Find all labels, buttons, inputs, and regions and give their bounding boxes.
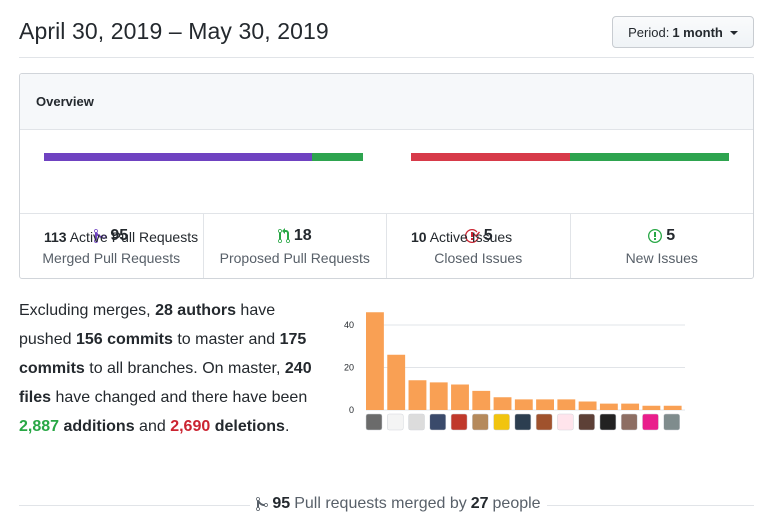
commit-bar[interactable] (514, 399, 533, 410)
commit-bar[interactable] (429, 382, 448, 410)
active-pull-requests-link[interactable]: 113 Active Pull Requests (44, 229, 198, 245)
merged-by-text: Pull requests merged by (294, 495, 467, 512)
stat-merged-pull-requests[interactable]: 95 Merged Pull Requests (20, 214, 204, 278)
master-commits: 156 commits (75, 331, 173, 348)
active-issues-link[interactable]: 10 Active Issues (411, 229, 512, 245)
deletions-count: 2,690 (170, 418, 211, 435)
deletions-word: deletions (210, 418, 285, 435)
git-pull-request-icon (277, 228, 290, 244)
merged-pr-label: Merged Pull Requests (42, 250, 181, 266)
author-avatar[interactable] (599, 413, 617, 431)
header: April 30, 2019 – May 30, 2019 Period: 1 … (19, 12, 754, 58)
commit-bar[interactable] (408, 380, 427, 410)
issues-bar[interactable] (411, 153, 729, 161)
commit-bar[interactable] (493, 397, 512, 410)
commits-by-author-chart: 0 20 40 (340, 300, 690, 435)
period-label: Period: (628, 24, 670, 40)
closed-issues-segment (411, 153, 570, 161)
commit-bar[interactable] (451, 384, 469, 411)
author-avatar[interactable] (365, 413, 383, 431)
footer: 95 Pull requests merged by 27 people (0, 495, 784, 517)
issue-opened-icon (648, 228, 663, 244)
merged-pr-segment (44, 153, 313, 161)
stat-new-issues[interactable]: 5 New Issues (571, 214, 754, 278)
caret-down-icon (729, 30, 738, 35)
author-avatar[interactable] (408, 413, 425, 431)
merged-by-summary: 95 Pull requests merged by 27 people (250, 495, 547, 513)
summary-text: Excluding merges, (19, 302, 156, 319)
additions-word: additions (59, 418, 135, 435)
overview-bars: 113 Active Pull Requests 10 Active Issue… (20, 130, 753, 245)
period-value: 1 month (672, 24, 723, 40)
active-issues-label: Active Issues (429, 229, 513, 245)
author-avatar[interactable] (387, 413, 404, 431)
people-count: 27 (470, 495, 489, 512)
active-issues-count: 10 (411, 229, 427, 245)
overview-title: Overview (20, 74, 753, 130)
open-pr-segment (312, 153, 363, 161)
summary-text: and (134, 418, 171, 435)
summary-text: have changed and there have been (51, 389, 308, 406)
y-tick-label: 40 (344, 320, 354, 330)
stat-proposed-pull-requests[interactable]: 18 Proposed Pull Requests (204, 214, 387, 278)
period-dropdown-button[interactable]: Period: 1 month (612, 16, 754, 48)
new-issues-label: New Issues (625, 250, 698, 266)
author-avatar[interactable] (620, 413, 638, 431)
open-issues-segment (570, 153, 729, 161)
date-range-title: April 30, 2019 – May 30, 2019 (19, 18, 329, 44)
active-pr-count: 113 (44, 229, 67, 245)
active-pr-label: Active Pull Requests (69, 229, 199, 245)
proposed-pr-count: 18 (293, 227, 312, 244)
commit-bar[interactable] (578, 401, 597, 411)
author-avatar[interactable] (429, 413, 447, 431)
additions-count: 2,887 (19, 418, 60, 435)
stat-closed-issues[interactable]: 5 Closed Issues (387, 214, 571, 278)
authors-count: 28 authors (155, 302, 236, 319)
commit-bar[interactable] (642, 405, 661, 410)
closed-issues-label: Closed Issues (434, 250, 523, 266)
pull-requests-bar[interactable] (44, 153, 363, 161)
author-avatar[interactable] (493, 413, 510, 431)
overview-stats: 95 Merged Pull Requests 18 Proposed Pull… (20, 214, 753, 278)
author-avatar[interactable] (663, 413, 680, 431)
summary-text: . (284, 418, 290, 435)
commit-bar[interactable] (366, 312, 384, 410)
commit-bar[interactable] (536, 399, 554, 410)
git-merge-icon (256, 496, 269, 512)
commit-bar[interactable] (599, 403, 618, 410)
commit-bar[interactable] (621, 403, 640, 410)
summary-text: to all branches. On master, (84, 360, 285, 377)
summary-text: to master and (172, 331, 280, 348)
commits-bar-chart: 0 20 40 (344, 312, 685, 431)
new-issues-count: 5 (666, 227, 676, 244)
author-avatar[interactable] (642, 413, 659, 431)
author-avatar[interactable] (535, 413, 553, 431)
author-avatar[interactable] (472, 413, 489, 431)
commit-bar[interactable] (663, 405, 682, 410)
overview-box: Overview 113 Active Pull Requests 10 Act… (19, 73, 754, 279)
author-avatar[interactable] (578, 413, 595, 431)
author-avatar[interactable] (514, 413, 532, 431)
commit-bar[interactable] (387, 354, 406, 410)
commit-bar[interactable] (472, 390, 491, 410)
author-avatar[interactable] (557, 413, 574, 431)
commit-bar[interactable] (557, 399, 576, 410)
author-avatar[interactable] (450, 413, 468, 431)
y-tick-label: 20 (344, 363, 354, 373)
y-tick-label: 0 (349, 405, 354, 415)
people-text: people (492, 495, 541, 512)
merged-count: 95 (272, 495, 291, 512)
commit-summary: Excluding merges, 28 authors have pushed… (19, 296, 319, 441)
proposed-pr-label: Proposed Pull Requests (219, 250, 370, 266)
